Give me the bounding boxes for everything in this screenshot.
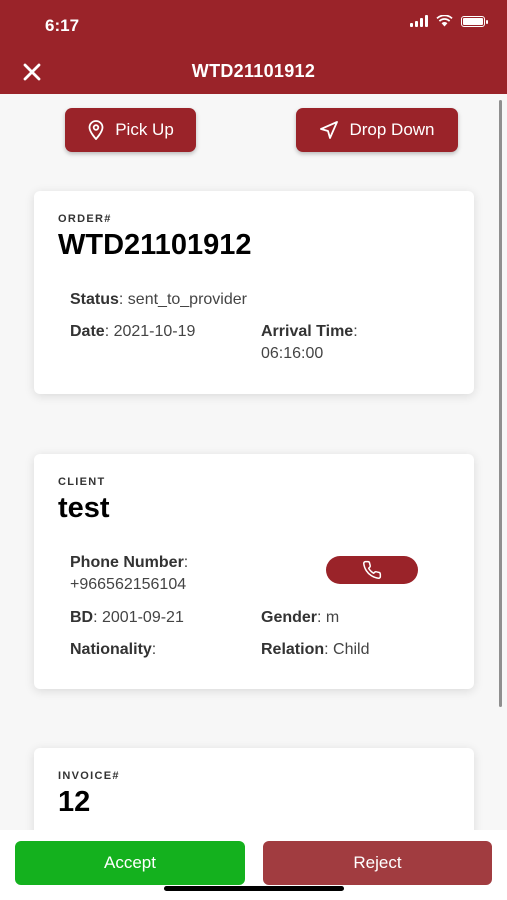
order-status-field: Status: sent_to_provider xyxy=(70,291,247,308)
order-details-content[interactable]: Pick Up Drop Down ORDER# WTD21101912 Sta… xyxy=(0,94,507,830)
nav-bar: WTD21101912 xyxy=(0,50,507,94)
wifi-icon xyxy=(436,15,453,27)
date-value: 2021-10-19 xyxy=(113,323,196,340)
phone-icon xyxy=(363,560,382,579)
status-value: sent_to_provider xyxy=(127,291,247,308)
status-icons xyxy=(410,15,488,27)
relation-label: Relation xyxy=(261,641,325,658)
reject-button[interactable]: Reject xyxy=(263,841,492,885)
home-indicator[interactable] xyxy=(164,886,344,891)
arrival-value: 06:16:00 xyxy=(261,345,324,362)
date-label: Date xyxy=(70,323,105,340)
pickup-label: Pick Up xyxy=(115,120,174,139)
status-time: 6:17 xyxy=(45,16,80,35)
pickup-button[interactable]: Pick Up xyxy=(65,108,196,152)
gender-field: Gender: m xyxy=(261,609,340,626)
invoice-number: 12 xyxy=(58,786,91,818)
invoice-card: INVOICE# 12 xyxy=(34,748,474,830)
relation-value: Child xyxy=(333,641,370,658)
order-label: ORDER# xyxy=(58,213,112,225)
cellular-signal-icon xyxy=(410,15,428,27)
arrival-time-field: Arrival Time: 06:16:00 xyxy=(261,323,358,362)
call-button[interactable] xyxy=(326,556,418,584)
dropdown-button[interactable]: Drop Down xyxy=(296,108,458,152)
nationality-label: Nationality xyxy=(70,641,152,658)
phone-label: Phone Number xyxy=(70,554,184,571)
scrollbar[interactable] xyxy=(499,100,502,707)
order-date-field: Date: 2021-10-19 xyxy=(70,323,196,340)
order-card: ORDER# WTD21101912 Status: sent_to_provi… xyxy=(34,191,474,394)
dropdown-label: Drop Down xyxy=(349,120,435,139)
accept-button[interactable]: Accept xyxy=(15,841,245,885)
status-label: Status xyxy=(70,291,119,308)
bd-value: 2001-09-21 xyxy=(102,609,184,626)
navigation-arrow-icon xyxy=(320,121,339,139)
bd-label: BD xyxy=(70,609,94,626)
invoice-label: INVOICE# xyxy=(58,770,120,782)
relation-field: Relation: Child xyxy=(261,641,370,658)
map-pin-icon xyxy=(88,120,104,140)
battery-icon xyxy=(461,15,488,27)
phone-value: +966562156104 xyxy=(70,576,187,593)
order-number: WTD21101912 xyxy=(58,229,252,261)
client-card: CLIENT test Phone Number: +966562156104 B… xyxy=(34,454,474,689)
client-name: test xyxy=(58,492,110,524)
nationality-field: Nationality: xyxy=(70,641,157,658)
status-bar: 6:17 xyxy=(0,0,507,50)
page-title: WTD21101912 xyxy=(191,61,316,81)
arrival-label: Arrival Time xyxy=(261,323,354,340)
gender-label: Gender xyxy=(261,609,318,626)
phone-field: Phone Number: +966562156104 xyxy=(70,554,189,593)
bd-field: BD: 2001-09-21 xyxy=(70,609,184,626)
gender-value: m xyxy=(325,609,340,626)
client-label: CLIENT xyxy=(58,476,106,488)
action-bar: Accept Reject xyxy=(0,830,507,900)
